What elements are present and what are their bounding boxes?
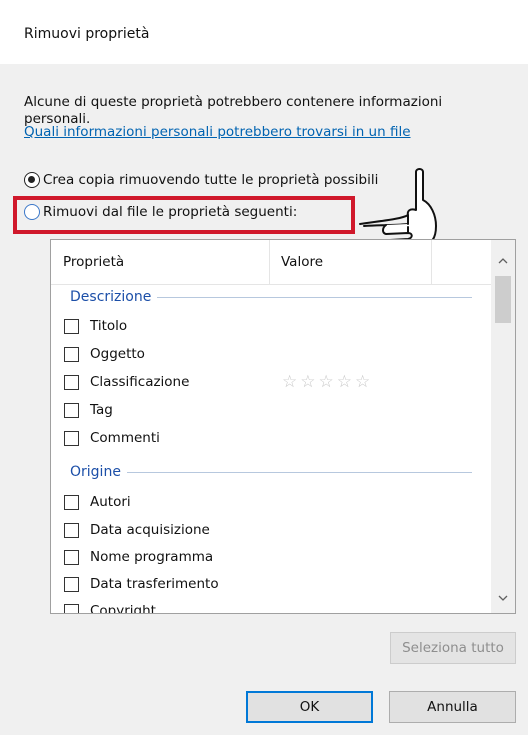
list-header: Proprietà Valore [51, 240, 491, 285]
item-label: Nome programma [90, 549, 214, 565]
description-text: Alcune di queste proprietà potrebbero co… [24, 94, 443, 127]
create-copy-radio[interactable] [24, 172, 40, 188]
list-item-commenti[interactable]: Commenti [64, 428, 160, 448]
group-divider [126, 471, 472, 473]
checkbox-data-trasferimento[interactable] [64, 576, 79, 592]
list-item-autori[interactable]: Autori [64, 492, 131, 512]
group-label: Descrizione [70, 289, 152, 305]
group-header-descrizione: Descrizione [70, 287, 472, 307]
vertical-scrollbar[interactable] [491, 240, 515, 613]
checkbox-tag[interactable] [64, 402, 79, 418]
group-divider [157, 296, 472, 298]
properties-list[interactable]: Proprietà Valore Descrizione Titolo Ogge… [50, 239, 516, 614]
cancel-button[interactable]: Annulla [389, 691, 516, 723]
list-item-oggetto[interactable]: Oggetto [64, 344, 145, 364]
select-all-button[interactable]: Seleziona tutto [390, 632, 516, 664]
group-header-origine: Origine [70, 462, 472, 482]
create-copy-label: Crea copia rimuovendo tutte le proprietà… [43, 172, 379, 188]
list-item-copyright[interactable]: Copyright [64, 601, 156, 614]
checkbox-oggetto[interactable] [64, 346, 79, 362]
rating-stars[interactable]: ☆☆☆☆☆ [282, 372, 373, 392]
list-item-classificazione[interactable]: Classificazione [64, 372, 189, 392]
item-label: Copyright [90, 603, 156, 614]
scrollbar-thumb[interactable] [495, 276, 511, 323]
item-label: Data trasferimento [90, 576, 219, 592]
list-item-tag[interactable]: Tag [64, 400, 113, 420]
pointing-hand-icon [359, 168, 437, 247]
column-header-property[interactable]: Proprietà [51, 240, 270, 284]
checkbox-copyright[interactable] [64, 603, 79, 613]
list-item-titolo[interactable]: Titolo [64, 316, 127, 336]
item-label: Tag [90, 402, 113, 418]
checkbox-data-acquisizione[interactable] [64, 522, 79, 538]
dialog-title: Rimuovi proprietà [24, 26, 150, 42]
checkbox-titolo[interactable] [64, 318, 79, 334]
item-label: Data acquisizione [90, 522, 210, 538]
checkbox-classificazione[interactable] [64, 374, 79, 390]
title-bar: Rimuovi proprietà [0, 0, 528, 64]
item-label: Autori [90, 494, 131, 510]
chevron-up-icon[interactable] [491, 250, 515, 272]
item-label: Oggetto [90, 346, 145, 362]
list-item-nome-programma[interactable]: Nome programma [64, 547, 213, 567]
item-label: Classificazione [90, 374, 190, 390]
list-item-data-acquisizione[interactable]: Data acquisizione [64, 520, 210, 540]
column-header-value[interactable]: Valore [270, 240, 432, 284]
dialog-body: Alcune di queste proprietà potrebbero co… [0, 64, 528, 735]
checkbox-commenti[interactable] [64, 430, 79, 446]
checkbox-autori[interactable] [64, 494, 79, 510]
personal-info-link[interactable]: Quali informazioni personali potrebbero … [24, 124, 411, 140]
item-label: Commenti [90, 430, 160, 446]
group-label: Origine [70, 464, 121, 480]
chevron-down-icon[interactable] [491, 587, 515, 609]
item-label: Titolo [90, 318, 128, 334]
checkbox-nome-programma[interactable] [64, 549, 79, 565]
create-copy-option[interactable]: Crea copia rimuovendo tutte le proprietà… [24, 170, 378, 190]
list-item-data-trasferimento[interactable]: Data trasferimento [64, 574, 219, 594]
ok-button[interactable]: OK [246, 691, 373, 723]
highlight-box [13, 196, 355, 234]
